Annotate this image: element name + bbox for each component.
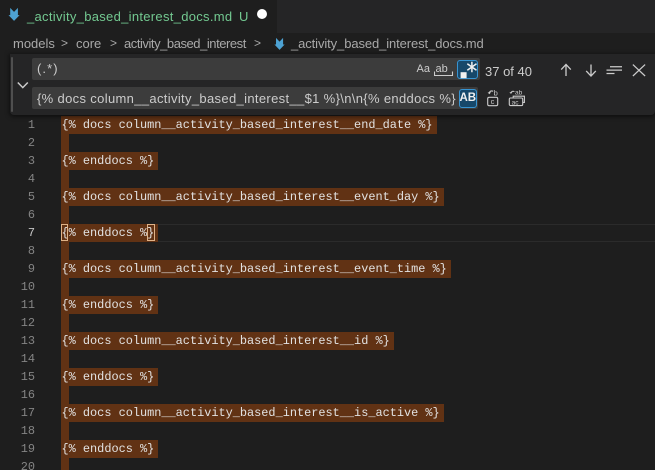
svg-text:ab: ab — [515, 90, 523, 97]
svg-text:ac: ac — [512, 99, 520, 106]
svg-text:c: c — [491, 97, 495, 106]
svg-text:b: b — [494, 89, 498, 97]
